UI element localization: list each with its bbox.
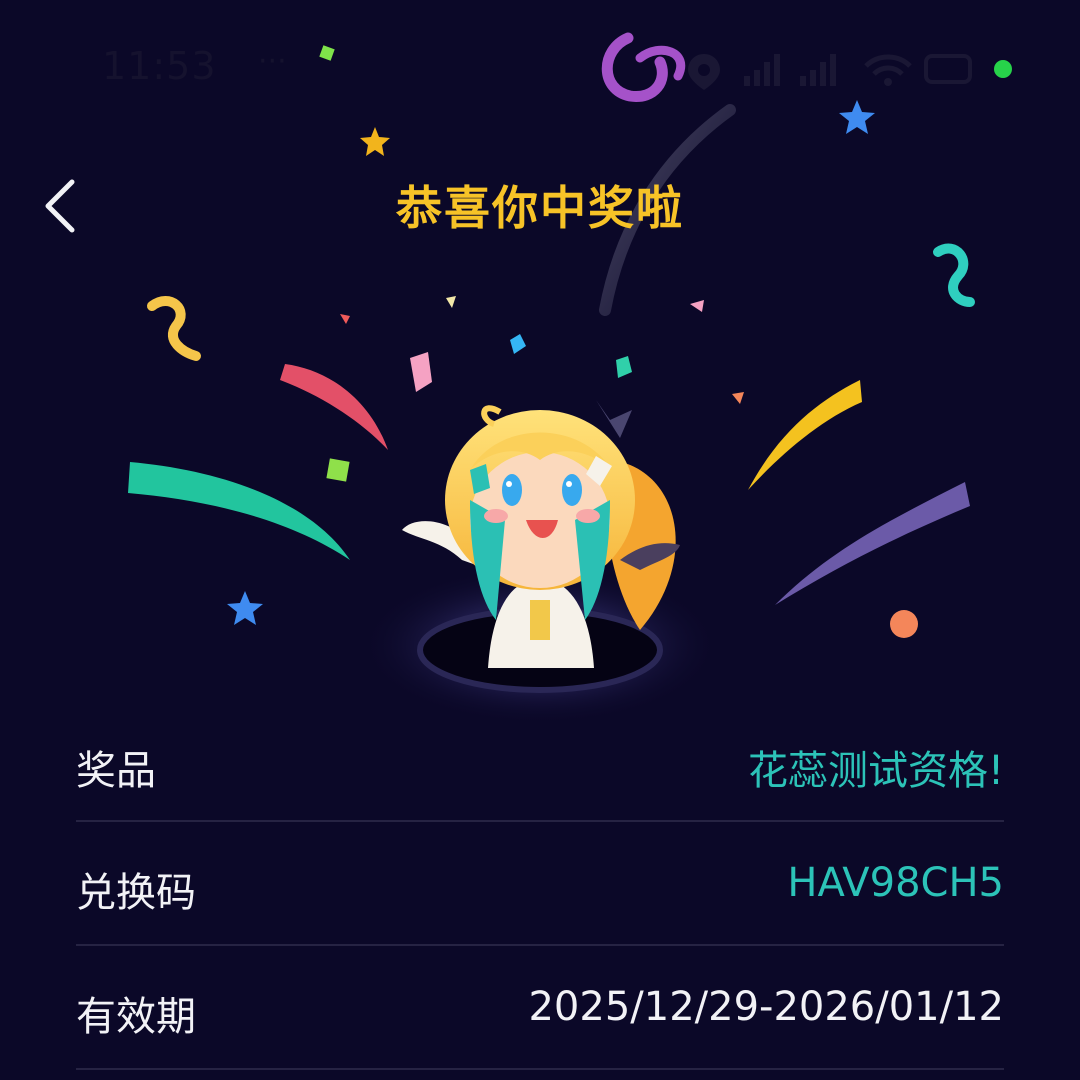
prize-info-list: 奖品 花蕊测试资格! 兑换码 HAV98CH5 有效期 2025/12/29-2… [76,700,1004,1070]
status-active-dot [994,60,1012,78]
validity-label: 有效期 [76,994,196,1040]
page-title: 恭喜你中奖啦 [396,181,684,235]
validity-value: 2025/12/29-2026/01/12 [528,984,1004,1030]
location-icon [688,54,720,90]
status-icons [688,54,972,90]
prize-label: 奖品 [76,748,156,794]
prize-row: 奖品 花蕊测试资格! [76,700,1004,822]
status-time: 11:53 [102,44,217,88]
validity-row: 有效期 2025/12/29-2026/01/12 [76,946,1004,1070]
prize-value: 花蕊测试资格! [747,748,1004,794]
signal-icon [744,54,780,86]
wifi-icon [864,54,912,86]
lottery-result-screen: 11:53 ··· 恭喜你中奖啦 奖品 花蕊测试资格! 兑换码 HAV98CH5… [0,0,1080,1080]
signal-icon [800,54,836,86]
redeem-code-label: 兑换码 [76,870,196,916]
redeem-code-row: 兑换码 HAV98CH5 [76,822,1004,946]
celebration-illustration [128,32,975,720]
status-more-indicator: ··· [258,44,287,79]
redeem-code-value[interactable]: HAV98CH5 [787,860,1004,906]
battery-icon [924,54,972,84]
